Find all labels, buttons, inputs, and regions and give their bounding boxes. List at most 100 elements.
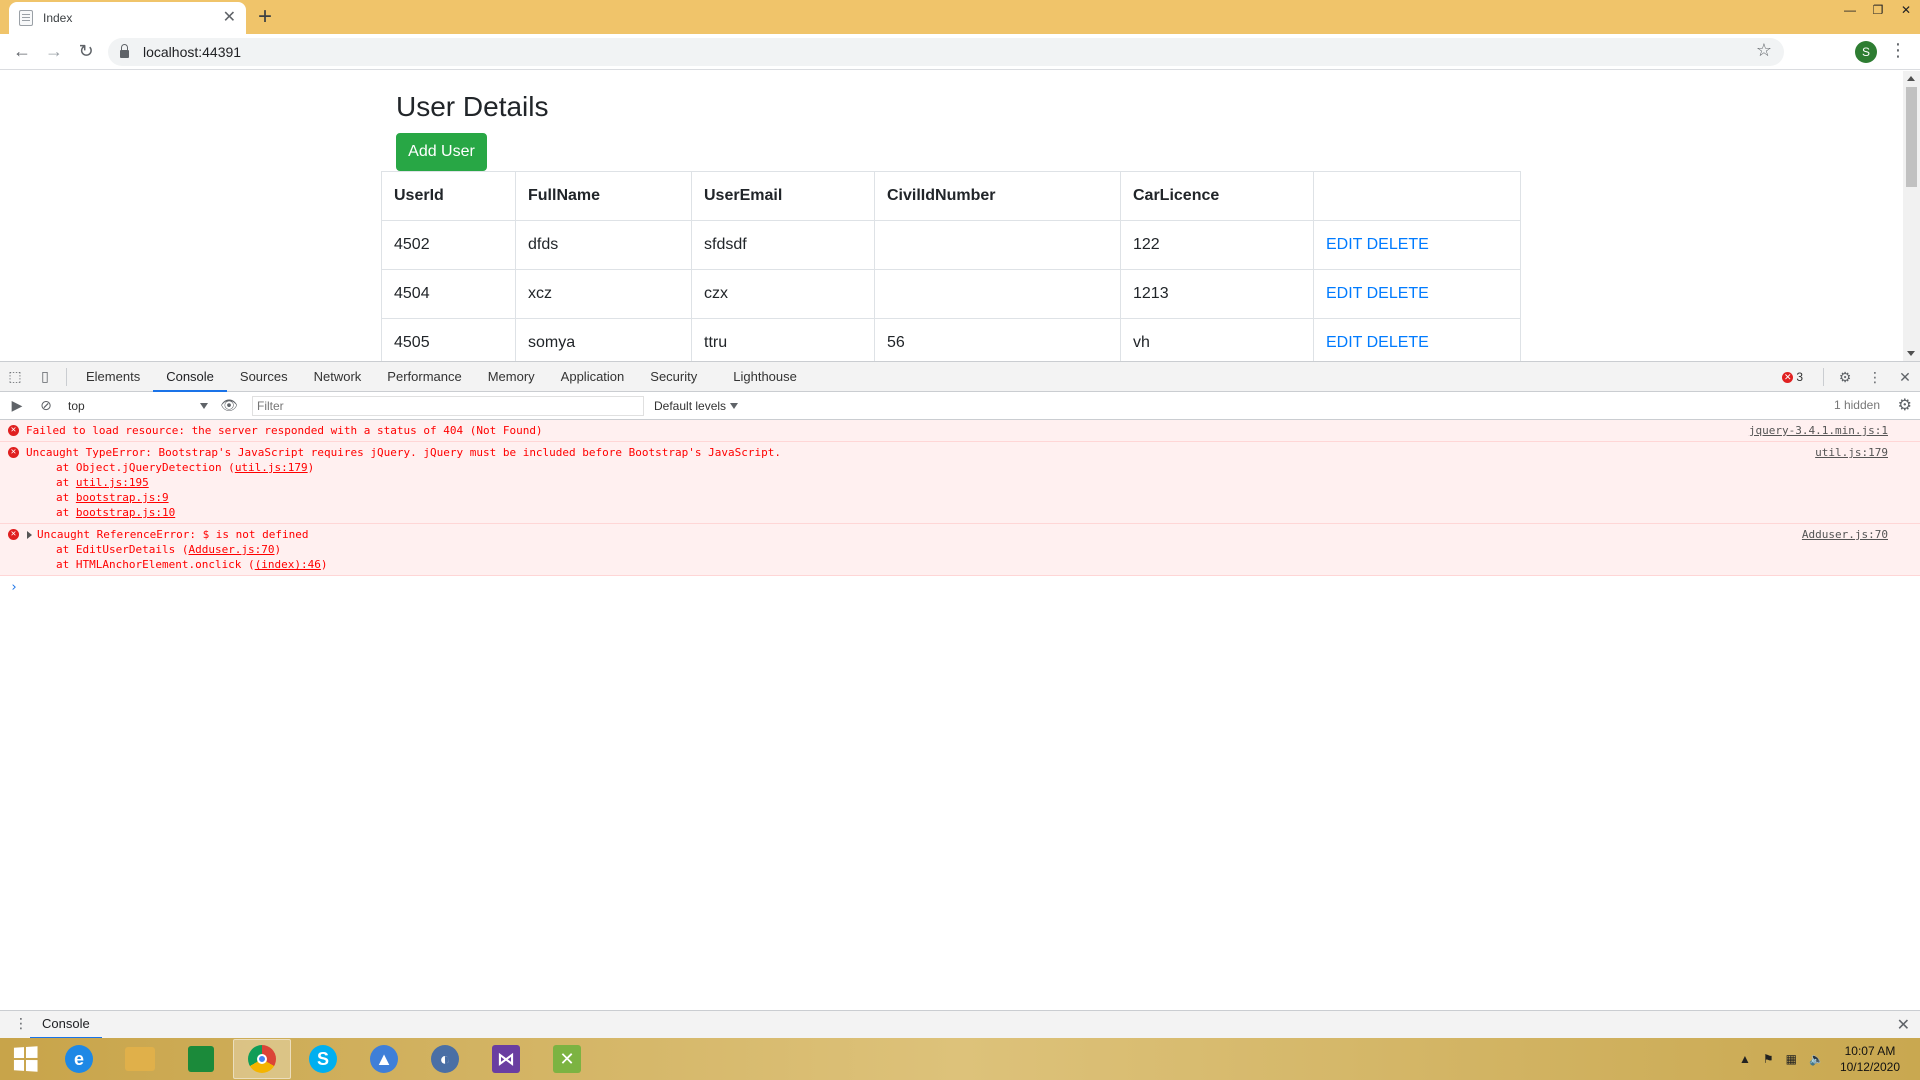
taskbar-app-triangle[interactable]: ▲ bbox=[355, 1039, 413, 1079]
visual-studio-icon: ⋈ bbox=[492, 1045, 520, 1073]
edit-link[interactable]: EDIT bbox=[1326, 285, 1362, 302]
delete-link[interactable]: DELETE bbox=[1367, 236, 1429, 253]
browser-toolbar: ← → ↻ localhost:44391 ☆ S ⋮ bbox=[0, 34, 1920, 70]
console-settings-gear-icon[interactable]: ⚙ bbox=[1898, 395, 1912, 415]
network-icon[interactable]: ▦ bbox=[1786, 1052, 1797, 1066]
cell-useremail: sfdsdf bbox=[691, 220, 875, 270]
source-link[interactable]: Adduser.js:70 bbox=[1802, 527, 1888, 542]
tab-performance[interactable]: Performance bbox=[374, 362, 474, 392]
browser-menu-icon[interactable]: ⋮ bbox=[1889, 40, 1907, 61]
tab-memory[interactable]: Memory bbox=[475, 362, 548, 392]
hidden-messages-count: 1 hidden bbox=[1833, 398, 1880, 412]
page-title: User Details bbox=[396, 91, 549, 122]
tab-sources[interactable]: Sources bbox=[227, 362, 301, 392]
taskbar-file-explorer[interactable] bbox=[111, 1039, 169, 1079]
tab-security[interactable]: Security bbox=[637, 362, 710, 392]
chrome-icon bbox=[248, 1045, 276, 1073]
cell-civilidnumber bbox=[874, 269, 1121, 319]
system-clock[interactable]: 10:07 AM 10/12/2020 bbox=[1840, 1043, 1900, 1075]
header-useremail: UserEmail bbox=[691, 171, 875, 221]
tab-console[interactable]: Console bbox=[153, 362, 227, 392]
taskbar-app-tool[interactable]: ✕ bbox=[538, 1039, 596, 1079]
stack-frame-link[interactable]: bootstrap.js:9 bbox=[76, 491, 169, 504]
stack-frame-link[interactable]: util.js:179 bbox=[235, 461, 308, 474]
cell-fullname: somya bbox=[515, 318, 692, 361]
taskbar-internet-explorer[interactable]: e bbox=[50, 1039, 108, 1079]
taskbar-skype[interactable]: S bbox=[294, 1039, 352, 1079]
devtools-right-controls: ✕ 3 ⚙ ⋮ ✕ bbox=[1782, 362, 1920, 392]
chevron-down-icon bbox=[200, 402, 208, 409]
reload-button[interactable]: ↻ bbox=[70, 36, 102, 68]
close-tab-icon[interactable]: ✕ bbox=[223, 10, 236, 26]
cell-userid: 4505 bbox=[381, 318, 516, 361]
console-messages: ✕ Failed to load resource: the server re… bbox=[0, 420, 1920, 599]
live-expression-eye-icon[interactable]: 👁 bbox=[214, 391, 244, 421]
log-levels-dropdown[interactable]: Default levels bbox=[654, 399, 739, 413]
error-count-badge[interactable]: ✕ 3 bbox=[1782, 370, 1803, 384]
source-link[interactable]: util.js:179 bbox=[1815, 445, 1888, 460]
stack-frame-text: ) bbox=[320, 558, 328, 571]
devtools-panel: ⬚ ▯ Elements Console Sources Network Per… bbox=[0, 361, 1920, 1038]
table-row: 4504 xcz czx 1213 EDIT DELETE bbox=[381, 269, 1521, 319]
console-prompt[interactable]: › bbox=[0, 576, 1920, 599]
drawer-menu-icon[interactable]: ⋮ bbox=[14, 1015, 28, 1032]
profile-avatar[interactable]: S bbox=[1855, 41, 1877, 63]
tab-application[interactable]: Application bbox=[548, 362, 638, 392]
tab-elements[interactable]: Elements bbox=[73, 362, 153, 392]
taskbar-chrome[interactable] bbox=[233, 1039, 291, 1079]
clear-console-icon[interactable]: ⊘ bbox=[34, 391, 58, 421]
close-devtools-icon[interactable]: ✕ bbox=[1890, 362, 1920, 392]
edit-link[interactable]: EDIT bbox=[1326, 334, 1362, 351]
restore-button[interactable]: ❐ bbox=[1864, 0, 1892, 20]
page-scrollbar[interactable] bbox=[1903, 71, 1920, 361]
add-user-button[interactable]: Add User bbox=[396, 133, 487, 171]
close-window-button[interactable]: ✕ bbox=[1892, 0, 1920, 20]
stack-frame-link[interactable]: (index):46 bbox=[255, 558, 321, 571]
show-hidden-icons-icon[interactable]: ▲ bbox=[1739, 1052, 1751, 1066]
inspect-element-icon[interactable]: ⬚ bbox=[0, 362, 30, 392]
close-drawer-icon[interactable]: ✕ bbox=[1897, 1015, 1910, 1035]
tab-network[interactable]: Network bbox=[301, 362, 375, 392]
delete-link[interactable]: DELETE bbox=[1367, 334, 1429, 351]
cell-userid: 4504 bbox=[381, 269, 516, 319]
header-carlicence: CarLicence bbox=[1120, 171, 1314, 221]
taskbar-app-globe[interactable]: ◐ bbox=[416, 1039, 474, 1079]
delete-link[interactable]: DELETE bbox=[1367, 285, 1429, 302]
drawer-tab-console[interactable]: Console bbox=[30, 1011, 102, 1039]
volume-icon[interactable]: 🔈 bbox=[1809, 1052, 1824, 1066]
settings-gear-icon[interactable]: ⚙ bbox=[1830, 362, 1860, 392]
devtools-menu-icon[interactable]: ⋮ bbox=[1860, 362, 1890, 392]
back-button[interactable]: ← bbox=[6, 36, 38, 68]
stack-frame-link[interactable]: Adduser.js:70 bbox=[188, 543, 274, 556]
forward-button[interactable]: → bbox=[38, 36, 70, 68]
start-button[interactable] bbox=[0, 1038, 50, 1080]
taskbar-visual-studio[interactable]: ⋈ bbox=[477, 1039, 535, 1079]
show-sidebar-icon[interactable]: ▶ bbox=[0, 391, 34, 421]
taskbar-store[interactable] bbox=[172, 1039, 230, 1079]
cell-actions: EDIT DELETE bbox=[1313, 269, 1521, 319]
device-toolbar-icon[interactable]: ▯ bbox=[30, 362, 60, 392]
expand-arrow-icon[interactable] bbox=[27, 531, 32, 539]
tab-lighthouse[interactable]: Lighthouse bbox=[720, 362, 810, 392]
scrollbar-thumb[interactable] bbox=[1906, 87, 1917, 187]
message-text: Uncaught ReferenceError: $ is not define… bbox=[37, 528, 309, 541]
new-tab-button[interactable]: + bbox=[258, 4, 272, 30]
edit-link[interactable]: EDIT bbox=[1326, 236, 1362, 253]
bookmark-star-icon[interactable]: ☆ bbox=[1756, 40, 1772, 61]
action-center-flag-icon[interactable]: ⚑ bbox=[1763, 1052, 1774, 1066]
stack-frame-link[interactable]: bootstrap.js:10 bbox=[76, 506, 175, 519]
address-bar[interactable]: localhost:44391 ☆ bbox=[108, 38, 1784, 66]
folder-icon bbox=[125, 1047, 155, 1071]
minimize-button[interactable]: — bbox=[1836, 0, 1864, 20]
stack-frame-link[interactable]: util.js:195 bbox=[76, 476, 149, 489]
scroll-up-arrow-icon[interactable] bbox=[1907, 76, 1915, 81]
source-link[interactable]: jquery-3.4.1.min.js:1 bbox=[1749, 423, 1888, 438]
store-icon bbox=[188, 1046, 214, 1072]
scroll-down-arrow-icon[interactable] bbox=[1907, 351, 1915, 356]
browser-tab[interactable]: Index ✕ bbox=[9, 2, 246, 34]
tab-title: Index bbox=[43, 11, 73, 25]
console-filter-input[interactable] bbox=[252, 395, 644, 416]
header-civilidnumber: CivilIdNumber bbox=[874, 171, 1121, 221]
context-selector[interactable]: top bbox=[64, 396, 214, 416]
divider bbox=[66, 367, 67, 386]
